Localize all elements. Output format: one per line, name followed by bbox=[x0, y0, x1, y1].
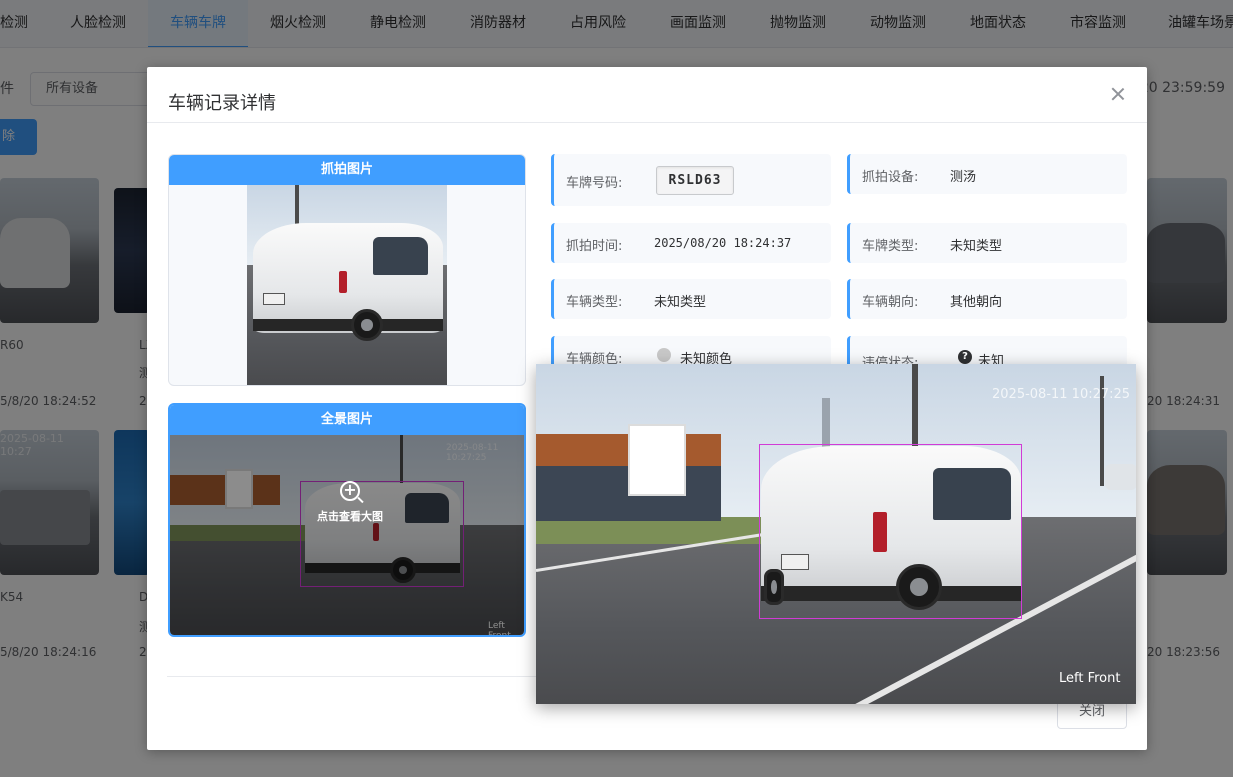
field-label: 车辆朝向: bbox=[862, 295, 919, 310]
field-label: 抓拍设备: bbox=[862, 170, 919, 185]
close-icon[interactable] bbox=[1109, 85, 1127, 103]
dialog-header: 车辆记录详情 bbox=[147, 67, 1147, 123]
field-capture-device: 抓拍设备: 测汤 bbox=[847, 154, 1127, 194]
preview-camera-label: Left Front bbox=[1059, 671, 1121, 686]
snapshot-title: 抓拍图片 bbox=[169, 155, 525, 185]
panorama-preview[interactable]: 2025-08-11 10:27:25 Left Front bbox=[536, 364, 1136, 704]
snapshot-card: 抓拍图片 bbox=[168, 154, 526, 386]
panorama-card[interactable]: 全景图片 2025-08-11 10:27:25 Left Front 点击查看… bbox=[168, 403, 526, 637]
field-value: 其他朝向 bbox=[950, 295, 1003, 310]
detection-box bbox=[759, 444, 1022, 619]
field-label: 车辆类型: bbox=[566, 295, 623, 310]
field-value: 测汤 bbox=[950, 170, 977, 185]
dialog-title: 车辆记录详情 bbox=[168, 93, 276, 114]
plate-number-badge: RSLD63 bbox=[656, 166, 734, 195]
panorama-timestamp: 2025-08-11 10:27:25 bbox=[446, 443, 499, 463]
field-label: 车牌类型: bbox=[862, 239, 919, 254]
zoom-in-icon bbox=[340, 480, 360, 501]
field-label: 抓拍时间: bbox=[566, 239, 623, 254]
field-value: 未知类型 bbox=[654, 295, 707, 310]
question-icon: ? bbox=[958, 350, 972, 364]
preview-timestamp: 2025-08-11 10:27:25 bbox=[992, 387, 1131, 402]
building-sign bbox=[628, 424, 686, 496]
color-swatch bbox=[657, 348, 671, 362]
field-plate-number: 车牌号码: RSLD63 bbox=[551, 154, 831, 206]
field-value: 未知类型 bbox=[950, 239, 1003, 254]
zoom-hint-label: 点击查看大图 bbox=[317, 510, 383, 523]
field-plate-type: 车牌类型: 未知类型 bbox=[847, 223, 1127, 263]
field-value: 2025/08/20 18:24:37 bbox=[654, 236, 792, 250]
panorama-camera-label: Left Front bbox=[488, 621, 511, 635]
field-vehicle-direction: 车辆朝向: 其他朝向 bbox=[847, 279, 1127, 319]
field-capture-time: 抓拍时间: 2025/08/20 18:24:37 bbox=[551, 223, 831, 263]
field-vehicle-type: 车辆类型: 未知类型 bbox=[551, 279, 831, 319]
field-label: 车牌号码: bbox=[566, 176, 623, 191]
snapshot-image[interactable] bbox=[247, 185, 447, 385]
panorama-title: 全景图片 bbox=[170, 405, 524, 437]
zoom-hint[interactable]: 点击查看大图 bbox=[300, 480, 400, 541]
